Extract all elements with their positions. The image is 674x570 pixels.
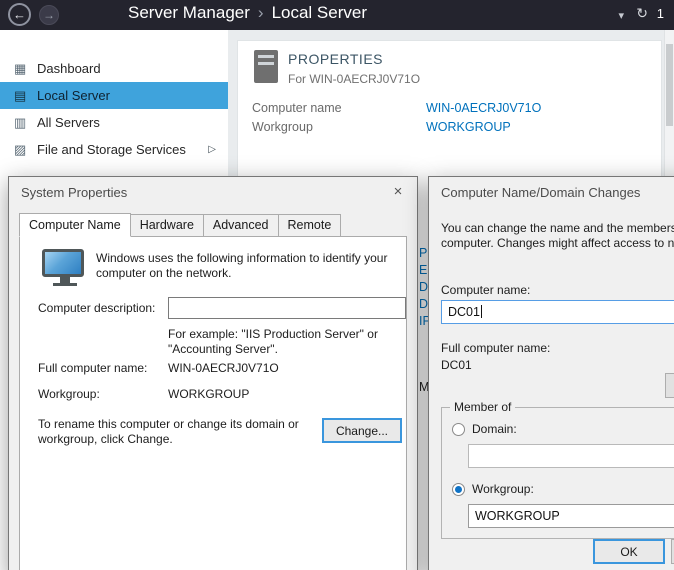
- system-properties-dialog: System Properties × Computer Name Hardwa…: [8, 176, 418, 570]
- computer-monitor-icon: [42, 249, 88, 286]
- workgroup-radio-label[interactable]: Workgroup:: [472, 482, 534, 497]
- workgroup-label: Workgroup:: [38, 387, 100, 402]
- storage-icon: ▨: [14, 136, 37, 163]
- page-title: Local Server: [272, 3, 367, 22]
- workgroup-value: WORKGROUP: [168, 387, 249, 402]
- member-of-groupbox: Member of Domain: Workgroup: WORKGROUP: [441, 407, 674, 539]
- domain-radio[interactable]: [452, 423, 465, 436]
- sidebar-item-file-storage-services[interactable]: ▨File and Storage Services ▷: [0, 136, 228, 163]
- text-cursor: [481, 305, 482, 318]
- intro-text-line1: You can change the name and the membersh…: [441, 221, 674, 236]
- change-button[interactable]: Change...: [322, 418, 402, 443]
- full-computer-name-value: WIN-0AECRJ0V71O: [168, 361, 279, 376]
- scrollbar-thumb[interactable]: [666, 44, 673, 126]
- computer-name-input-value: DC01: [448, 305, 480, 319]
- forward-button[interactable]: →: [39, 5, 59, 25]
- notification-count[interactable]: 1: [657, 6, 664, 21]
- app-title: Server Manager: [128, 3, 250, 22]
- chevron-down-icon[interactable]: ▾: [618, 9, 624, 22]
- sidebar-item-dashboard[interactable]: ▦Dashboard: [0, 55, 228, 82]
- rename-hint-text: To rename this computer or change its do…: [38, 417, 316, 447]
- properties-panel-title: PROPERTIES: [288, 51, 383, 67]
- tab-advanced[interactable]: Advanced: [204, 214, 279, 237]
- back-button[interactable]: ←: [8, 3, 31, 26]
- more-button-clipped[interactable]: [665, 373, 674, 398]
- ok-button[interactable]: OK: [593, 539, 665, 564]
- breadcrumb: Server Manager › Local Server: [128, 3, 367, 23]
- property-row: Computer name WIN-0AECRJ0V71O: [252, 101, 653, 120]
- dialog-title: Computer Name/Domain Changes: [441, 185, 640, 200]
- back-arrow-icon: ←: [13, 7, 26, 22]
- topbar: ← → Server Manager › Local Server ▾ ↻ 1: [0, 0, 674, 30]
- property-label: Computer name: [252, 101, 342, 115]
- server-manager-window: ← → Server Manager›Local Server ▾ ↻ 1 ▦D…: [0, 0, 674, 570]
- sidebar-item-label: File and Storage Services: [37, 142, 186, 157]
- properties-panel-subtitle: For WIN-0AECRJ0V71O: [288, 72, 420, 86]
- workgroup-input-value: WORKGROUP: [475, 509, 560, 523]
- computer-description-label: Computer description:: [38, 301, 155, 316]
- sidebar-item-label: Dashboard: [37, 61, 101, 76]
- expand-arrow-icon[interactable]: ▷: [208, 136, 216, 163]
- full-computer-name-value: DC01: [441, 358, 472, 373]
- dashboard-icon: ▦: [14, 55, 37, 82]
- computer-description-input[interactable]: [168, 297, 406, 319]
- close-icon[interactable]: ×: [383, 181, 413, 203]
- property-row: Workgroup WORKGROUP: [252, 120, 653, 139]
- sidebar-item-label: All Servers: [37, 115, 100, 130]
- full-computer-name-label: Full computer name:: [441, 341, 550, 356]
- sidebar-item-all-servers[interactable]: ▥All Servers: [0, 109, 228, 136]
- intro-text: Windows uses the following information t…: [96, 251, 390, 281]
- sidebar-item-local-server[interactable]: ▤Local Server: [0, 82, 228, 109]
- domain-radio-label[interactable]: Domain:: [472, 422, 517, 437]
- tab-strip: Computer Name Hardware Advanced Remote: [19, 213, 341, 237]
- description-example-text: For example: "IIS Production Server" or …: [168, 327, 406, 357]
- intro-text-line2: computer. Changes might affect access to…: [441, 236, 674, 251]
- forward-arrow-icon: →: [43, 8, 55, 22]
- dialog-title: System Properties: [21, 185, 127, 200]
- tab-hardware[interactable]: Hardware: [131, 214, 204, 237]
- property-label: Workgroup: [252, 120, 313, 134]
- full-computer-name-label: Full computer name:: [38, 361, 147, 376]
- sidebar-item-label: Local Server: [37, 88, 110, 103]
- workgroup-radio[interactable]: [452, 483, 465, 496]
- servers-icon: ▥: [14, 109, 37, 136]
- computer-name-tab-page: Windows uses the following information t…: [19, 236, 407, 570]
- member-of-label: Member of: [450, 400, 515, 415]
- domain-changes-dialog: Computer Name/Domain Changes You can cha…: [428, 176, 674, 570]
- refresh-icon[interactable]: ↻: [636, 5, 648, 22]
- server-icon: ▤: [14, 82, 37, 109]
- domain-input[interactable]: [468, 444, 674, 468]
- tab-remote[interactable]: Remote: [279, 214, 342, 237]
- server-tile-icon: [254, 50, 278, 83]
- breadcrumb-separator: ›: [258, 3, 264, 22]
- workgroup-link[interactable]: WORKGROUP: [426, 120, 511, 134]
- tab-computer-name[interactable]: Computer Name: [19, 213, 131, 237]
- computer-name-link[interactable]: WIN-0AECRJ0V71O: [426, 101, 541, 115]
- workgroup-input[interactable]: WORKGROUP: [468, 504, 674, 528]
- computer-name-label: Computer name:: [441, 283, 530, 298]
- computer-name-input[interactable]: DC01: [441, 300, 674, 324]
